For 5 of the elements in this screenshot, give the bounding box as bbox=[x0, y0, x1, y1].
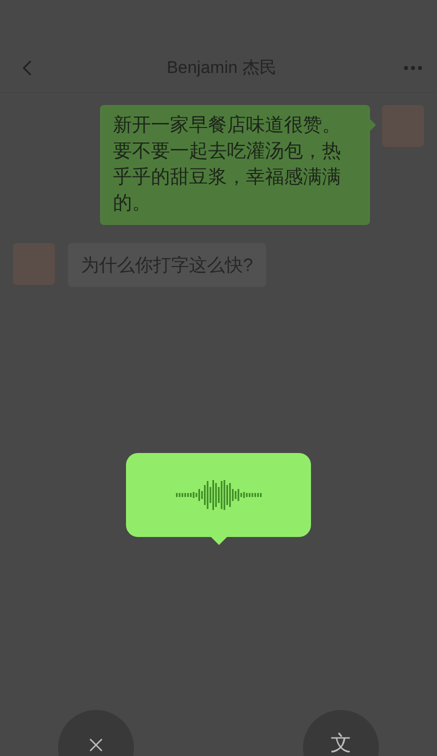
waveform-icon bbox=[176, 480, 262, 510]
bubble-tail bbox=[370, 119, 376, 131]
convert-text-button[interactable]: 文 bbox=[303, 710, 379, 756]
sent-message-bubble: 新开一家早餐店味道很赞。要不要一起去吃灌汤包，热乎乎的甜豆浆，幸福感满满的。 bbox=[100, 105, 370, 225]
more-icon[interactable] bbox=[402, 65, 423, 71]
